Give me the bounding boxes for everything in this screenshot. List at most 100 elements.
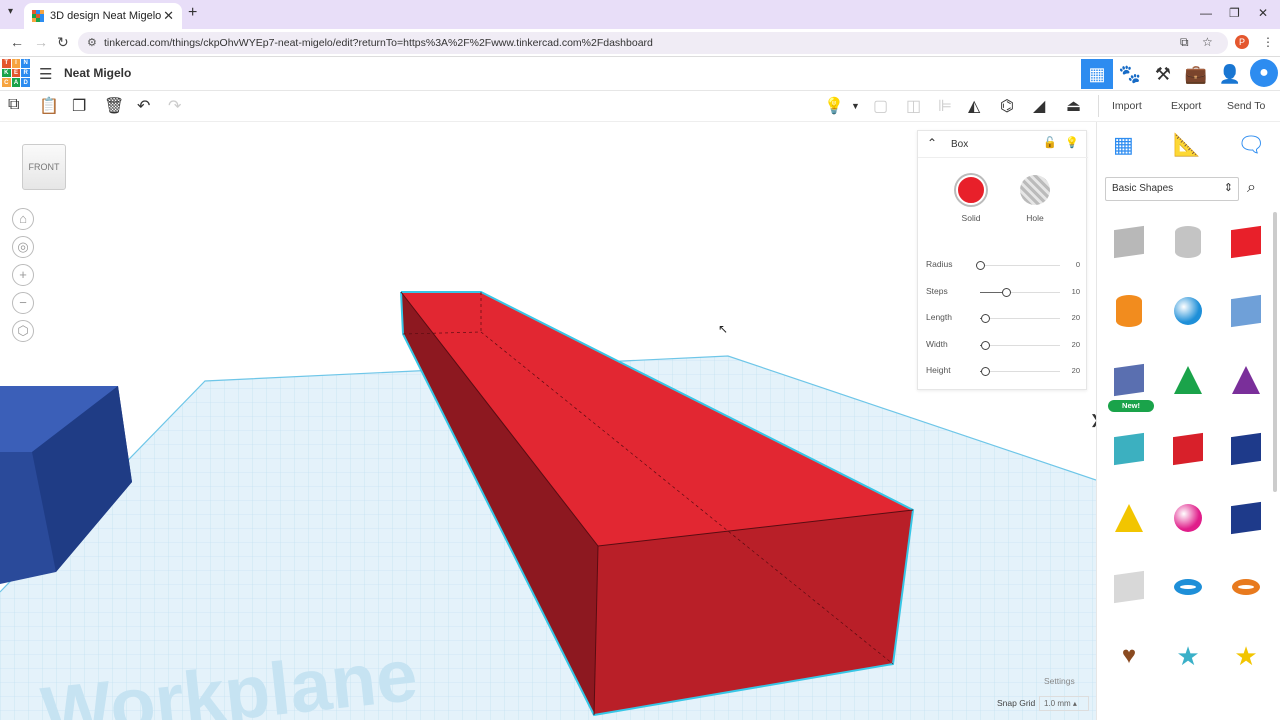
briefcase-icon[interactable]: 💼 <box>1180 59 1212 89</box>
forward-icon[interactable]: → <box>34 34 48 50</box>
undo-icon[interactable]: ↶ <box>137 96 150 116</box>
shape-round-roof[interactable] <box>1109 429 1149 469</box>
shape-category-select[interactable]: Basic Shapes ⇕ <box>1105 177 1239 201</box>
3d-view-grid-icon[interactable]: ▦ <box>1081 59 1113 89</box>
tab-search-icon[interactable]: ▾ <box>8 6 13 17</box>
home-view-icon[interactable]: ⌂ <box>12 208 34 230</box>
cruise-icon[interactable]: ⌬ <box>1000 96 1014 116</box>
shape-star-gold[interactable]: ★ <box>1226 636 1266 676</box>
property-value[interactable]: 20 <box>1072 340 1080 349</box>
export-button[interactable]: Export <box>1171 100 1201 112</box>
notes-tab-icon[interactable]: 🗨 <box>1237 132 1265 158</box>
site-info-icon[interactable]: ⚙ <box>87 36 97 49</box>
shape-shape-generator[interactable] <box>1109 360 1149 400</box>
url-field[interactable]: ⚙ tinkercad.com/things/ckpOhvWYEp7-neat-… <box>78 32 1228 54</box>
new-tab-button[interactable]: + <box>188 4 197 22</box>
dropdown-arrow-icon[interactable]: ▼ <box>851 101 860 111</box>
close-window-icon[interactable]: ✕ <box>1258 6 1268 20</box>
hide-bulb-icon[interactable]: 💡 <box>1065 136 1079 149</box>
light-bulb-icon[interactable]: 💡 <box>824 96 844 116</box>
property-value[interactable]: 20 <box>1072 313 1080 322</box>
mouse-cursor-icon: ↖ <box>718 322 729 336</box>
shape-cylinder[interactable] <box>1109 291 1149 331</box>
slider-track[interactable] <box>980 371 1060 372</box>
shape-sphere[interactable] <box>1168 291 1208 331</box>
send-to-button[interactable]: Send To <box>1227 100 1265 112</box>
sidebar-scrollbar[interactable] <box>1273 212 1277 492</box>
codeblocks-icon[interactable]: 🐾 <box>1114 59 1146 89</box>
solid-color-swatch[interactable] <box>956 175 986 205</box>
profile-avatar[interactable]: P <box>1235 35 1249 49</box>
bookmark-star-icon[interactable]: ☆ <box>1202 35 1213 49</box>
paste-icon[interactable]: 📋 <box>39 96 59 116</box>
tinkercad-logo[interactable]: TIN KER CAD <box>2 59 30 87</box>
install-app-icon[interactable]: ⧉ <box>1180 35 1189 50</box>
back-icon[interactable]: ← <box>10 34 24 50</box>
grid-shapes-tab-icon[interactable]: ▦ <box>1113 132 1134 158</box>
group-icon[interactable]: ▢ <box>873 96 888 116</box>
ruler-icon[interactable]: ⏏ <box>1066 96 1081 116</box>
redo-icon[interactable]: ↷ <box>168 96 181 116</box>
browser-tab[interactable]: 3D design Neat Migelo - Tinkercad ✕ <box>24 3 182 29</box>
shape-torus[interactable] <box>1168 567 1208 607</box>
slider-knob[interactable] <box>980 367 990 376</box>
browser-menu-icon[interactable]: ⋮ <box>1262 35 1274 49</box>
shape-heart[interactable]: ♥ <box>1109 636 1149 676</box>
shape-paraboloid[interactable] <box>1109 567 1149 607</box>
user-avatar-icon[interactable]: ● <box>1250 59 1278 87</box>
fit-view-icon[interactable]: ◎ <box>12 236 34 258</box>
copy-icon[interactable]: ⧉ <box>8 96 19 114</box>
zoom-in-icon[interactable]: + <box>12 264 34 286</box>
slider-knob[interactable] <box>976 261 985 270</box>
zoom-out-icon[interactable]: − <box>12 292 34 314</box>
property-value[interactable]: 0 <box>1076 260 1080 269</box>
ruler-tab-icon[interactable]: 📐 <box>1173 132 1200 158</box>
shape-roof[interactable] <box>1168 360 1208 400</box>
ungroup-icon[interactable]: ◫ <box>906 96 921 116</box>
design-list-icon[interactable]: ☰ <box>39 65 52 83</box>
snap-grid-select[interactable]: 1.0 mm ▴ <box>1039 696 1089 711</box>
search-icon[interactable]: ⌕ <box>1247 179 1256 197</box>
shape-half-sphere[interactable] <box>1168 498 1208 538</box>
slider-knob[interactable] <box>980 340 990 350</box>
hole-swatch[interactable] <box>1020 175 1050 205</box>
logo-letter: N <box>21 59 30 68</box>
shape-wedge[interactable] <box>1226 429 1266 469</box>
design-name[interactable]: Neat Migelo <box>64 66 131 80</box>
editor-toolbar: ⧉ 📋 ❐ 🗑 ↶ ↷ 💡 ▼ ▢ ◫ ⊫ ◭ ⌬ ◢ ⏏ Import Exp… <box>0 91 1280 122</box>
shape-pyramid[interactable] <box>1109 498 1149 538</box>
shape-cylinder-hole[interactable] <box>1168 222 1208 262</box>
slider-track[interactable] <box>980 344 1060 346</box>
workplane-tool-icon[interactable]: ◢ <box>1033 96 1045 116</box>
shape-box[interactable] <box>1226 222 1266 262</box>
shape-star[interactable]: ★ <box>1168 636 1208 676</box>
lock-icon[interactable]: 🔓 <box>1043 136 1057 149</box>
slider-track[interactable] <box>980 318 1060 319</box>
mirror-icon[interactable]: ◭ <box>968 96 980 116</box>
add-user-icon[interactable]: 👤 <box>1214 59 1246 89</box>
reload-icon[interactable]: ↻ <box>57 34 69 51</box>
close-tab-icon[interactable]: ✕ <box>163 8 174 24</box>
property-value[interactable]: 10 <box>1072 287 1080 296</box>
circuits-icon[interactable]: ⚒ <box>1147 59 1179 89</box>
slider-knob[interactable] <box>980 314 990 323</box>
shape-text[interactable] <box>1168 429 1208 469</box>
collapse-chevron-icon[interactable]: ⌃ <box>927 136 937 150</box>
delete-icon[interactable]: 🗑 <box>104 96 124 116</box>
shape-polygon[interactable] <box>1226 498 1266 538</box>
perspective-icon[interactable]: ⬡ <box>12 320 34 342</box>
import-button[interactable]: Import <box>1112 100 1142 112</box>
shape-box-hole[interactable] <box>1109 222 1149 262</box>
slider-knob[interactable] <box>1002 287 1012 297</box>
maximize-icon[interactable]: ❐ <box>1229 6 1240 20</box>
settings-button[interactable]: Settings <box>1044 676 1075 686</box>
duplicate-icon[interactable]: ❐ <box>72 96 86 116</box>
shape-tube[interactable] <box>1226 567 1266 607</box>
slider-track[interactable] <box>980 265 1060 266</box>
minimize-icon[interactable]: — <box>1200 6 1212 20</box>
view-cube[interactable]: FRONT <box>22 144 66 190</box>
align-icon[interactable]: ⊫ <box>938 96 952 116</box>
shape-scribble[interactable] <box>1226 291 1266 331</box>
property-value[interactable]: 20 <box>1072 366 1080 375</box>
shape-cone[interactable] <box>1226 360 1266 400</box>
